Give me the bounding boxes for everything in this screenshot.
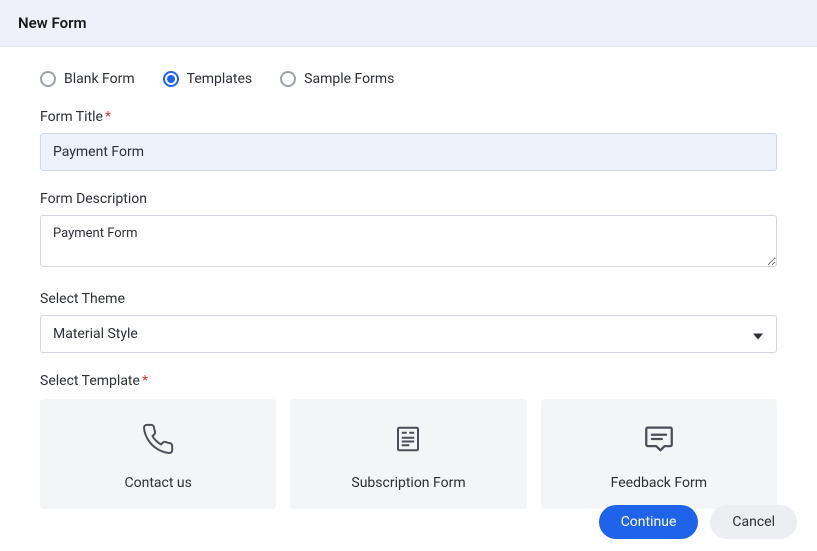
radio-label: Templates: [187, 71, 253, 87]
radio-blank-form[interactable]: Blank Form: [40, 71, 135, 87]
phone-icon: [140, 421, 176, 457]
radio-label: Sample Forms: [304, 71, 394, 87]
template-label: Select Template*: [40, 373, 777, 389]
template-group: Select Template* Contact us: [40, 373, 777, 509]
form-title-input[interactable]: [40, 133, 777, 171]
modal-footer: Continue Cancel: [599, 505, 797, 539]
chat-icon: [641, 421, 677, 457]
modal-content: Blank Form Templates Sample Forms Form T…: [0, 47, 817, 509]
radio-templates[interactable]: Templates: [163, 71, 253, 87]
form-description-input[interactable]: [40, 215, 777, 267]
template-card-label: Feedback Form: [611, 475, 707, 491]
theme-select[interactable]: [40, 315, 777, 353]
template-card-label: Contact us: [124, 475, 191, 491]
continue-button[interactable]: Continue: [599, 505, 699, 539]
document-icon: [390, 421, 426, 457]
template-grid: Contact us Subscription Form: [40, 399, 777, 509]
theme-label: Select Theme: [40, 291, 777, 307]
form-description-group: Form Description: [40, 191, 777, 271]
template-card-subscription[interactable]: Subscription Form: [290, 399, 526, 509]
theme-select-wrap: [40, 315, 777, 353]
template-card-feedback[interactable]: Feedback Form: [541, 399, 777, 509]
radio-sample-forms[interactable]: Sample Forms: [280, 71, 394, 87]
modal-title: New Form: [18, 14, 799, 32]
required-asterisk: *: [105, 109, 111, 125]
radio-icon: [40, 71, 56, 87]
radio-label: Blank Form: [64, 71, 135, 87]
radio-icon: [163, 71, 179, 87]
template-card-contact[interactable]: Contact us: [40, 399, 276, 509]
theme-group: Select Theme: [40, 291, 777, 353]
form-description-label: Form Description: [40, 191, 777, 207]
label-text: Select Template: [40, 373, 140, 389]
form-type-radio-group: Blank Form Templates Sample Forms: [40, 71, 777, 87]
form-title-label: Form Title*: [40, 109, 777, 125]
form-title-group: Form Title*: [40, 109, 777, 171]
radio-icon: [280, 71, 296, 87]
modal-header: New Form: [0, 0, 817, 47]
template-card-label: Subscription Form: [351, 475, 465, 491]
label-text: Form Title: [40, 109, 103, 125]
required-asterisk: *: [142, 373, 148, 389]
cancel-button[interactable]: Cancel: [710, 505, 797, 539]
